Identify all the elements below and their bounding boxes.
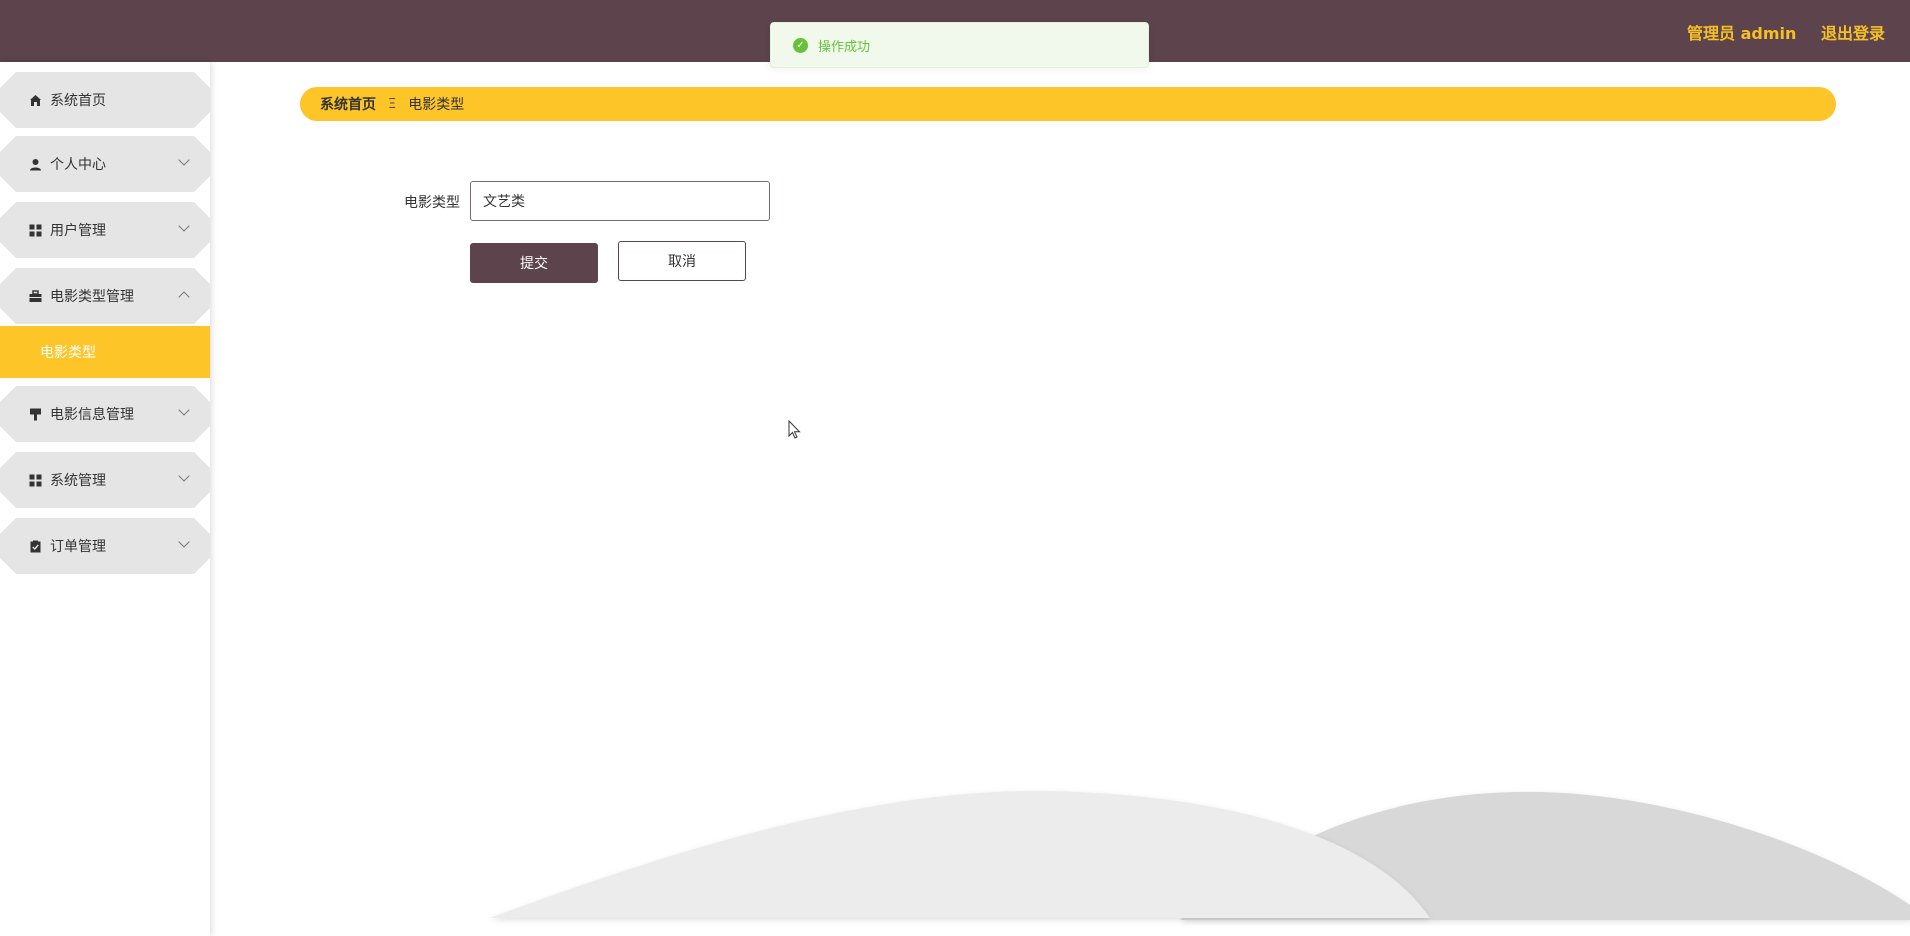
decorative-hills: [490, 790, 1910, 920]
mouse-cursor-icon: [788, 420, 801, 439]
